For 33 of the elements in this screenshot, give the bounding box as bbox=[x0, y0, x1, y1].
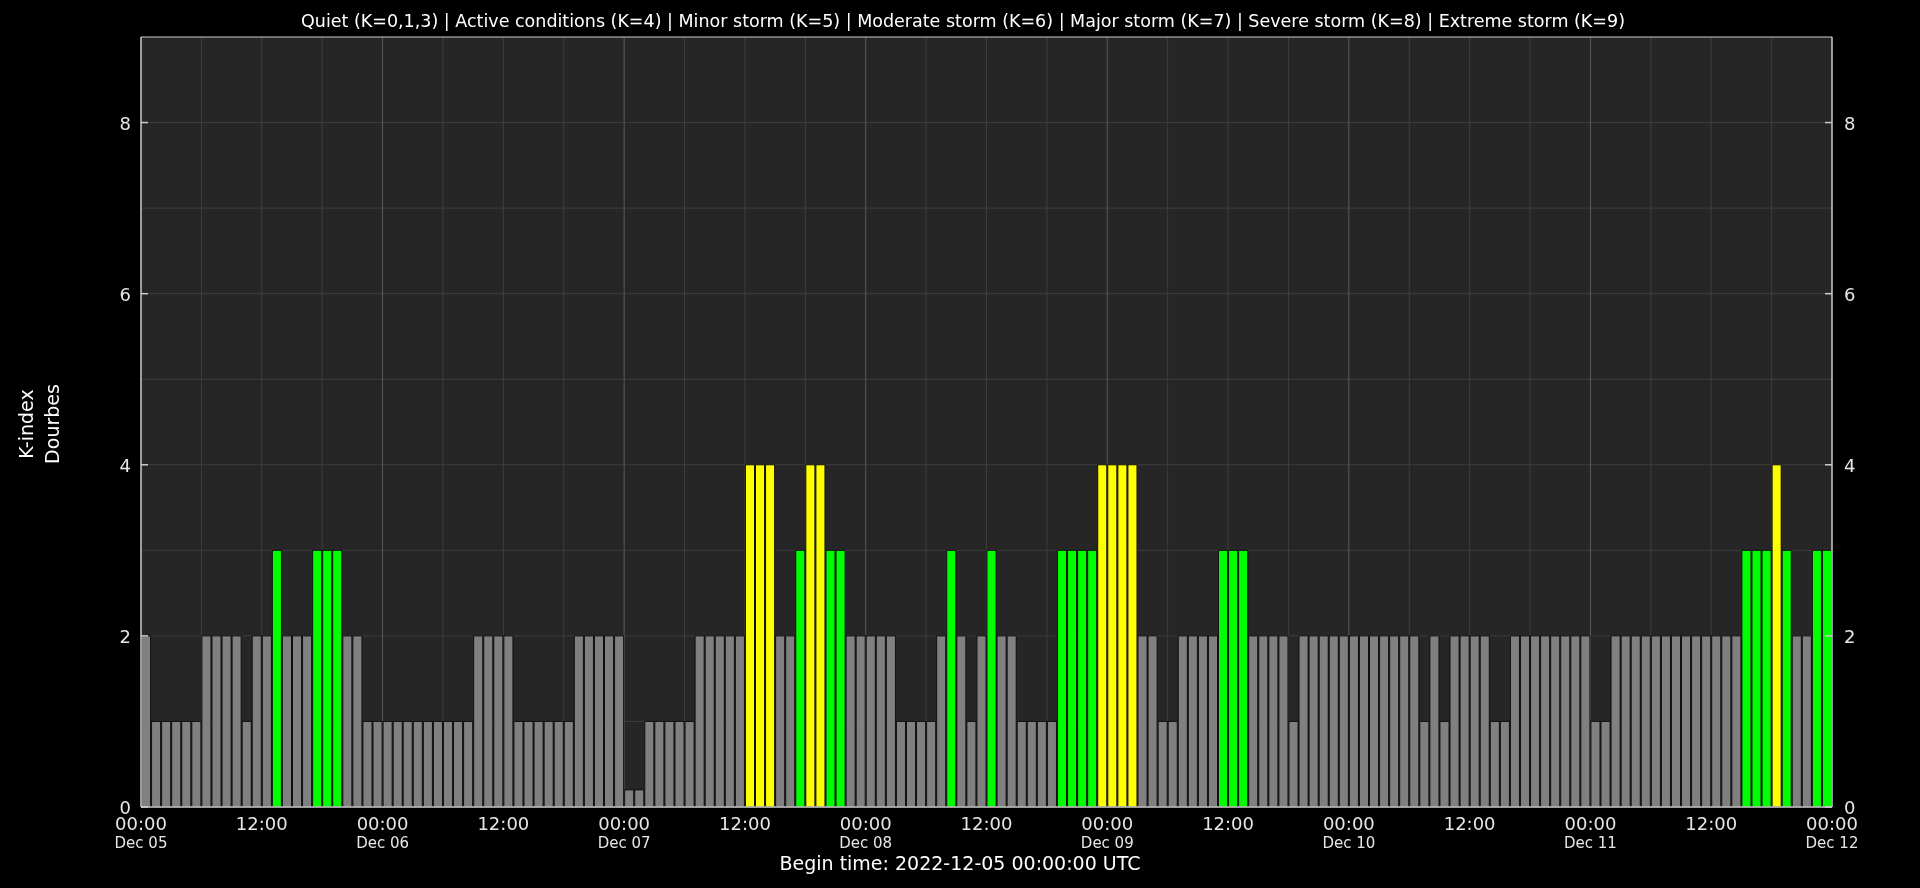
y-tick-label: 2 bbox=[119, 625, 131, 647]
x-tick-label: 12:00 bbox=[235, 813, 288, 834]
x-tick-label: 12:00 bbox=[1685, 813, 1738, 834]
y-tick-label: 2 bbox=[1844, 625, 1856, 647]
x-date-label: Dec 12 bbox=[1805, 834, 1859, 852]
x-tick-label: 12:00 bbox=[1443, 813, 1496, 834]
x-date-label: Dec 07 bbox=[597, 834, 651, 852]
y-axis-label: Dourbes bbox=[41, 384, 63, 464]
x-tick-label: 00:00 bbox=[356, 813, 409, 834]
x-tick-label: 00:00 bbox=[839, 813, 892, 834]
x-tick-label: 00:00 bbox=[1081, 813, 1134, 834]
y-tick-label: 6 bbox=[1844, 283, 1856, 305]
x-tick-label: 12:00 bbox=[960, 813, 1013, 834]
chart-title: Quiet (K=0,1,3) | Active conditions (K=4) | Minor storm (K=5) | Moderate storm (K=6) | Major storm (K=7) | Severe storm (K=8) | Extreme storm (K=9) bbox=[301, 11, 1625, 31]
y-tick-label: 4 bbox=[1844, 454, 1856, 476]
y-tick-label: 6 bbox=[119, 283, 131, 305]
x-axis-label: Begin time: 2022-12-05 00:00:00 UTC bbox=[779, 852, 1141, 874]
x-tick-label: 00:00 bbox=[1322, 813, 1375, 834]
x-tick-label: 12:00 bbox=[1202, 813, 1254, 834]
y-tick-label: 8 bbox=[119, 112, 131, 134]
y-axis-label: K-index bbox=[15, 389, 37, 459]
y-tick-label: 8 bbox=[1844, 112, 1856, 134]
x-date-label: Dec 11 bbox=[1564, 834, 1617, 852]
x-date-label: Dec 05 bbox=[114, 834, 168, 852]
x-tick-label: 12:00 bbox=[719, 813, 771, 834]
x-tick-label: 00:00 bbox=[1564, 813, 1617, 834]
x-date-label: Dec 08 bbox=[839, 834, 893, 852]
x-date-label: Dec 10 bbox=[1322, 834, 1376, 852]
x-tick-label: 00:00 bbox=[598, 813, 651, 834]
x-tick-label: 12:00 bbox=[477, 813, 530, 834]
x-date-label: Dec 09 bbox=[1080, 834, 1134, 852]
y-tick-label: 4 bbox=[119, 454, 131, 476]
x-date-label: Dec 06 bbox=[356, 834, 409, 852]
